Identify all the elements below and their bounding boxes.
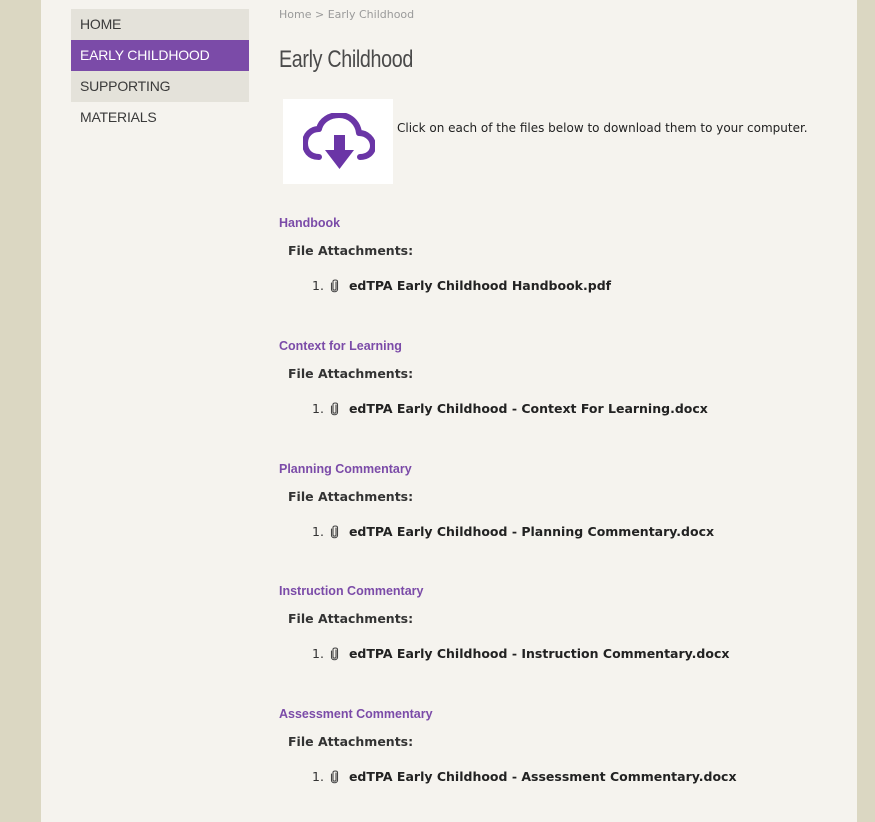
nav-item-supporting-materials[interactable]: SUPPORTING MATERIALS	[71, 71, 249, 125]
section-instruction-commentary: Instruction Commentary File Attachments:…	[279, 580, 849, 661]
file-number: 1.	[312, 769, 324, 784]
page-container: HOME EARLY CHILDHOOD SUPPORTING MATERIAL…	[41, 0, 857, 822]
file-link[interactable]: edTPA Early Childhood Handbook.pdf	[349, 278, 611, 293]
attachments-label: File Attachments:	[288, 243, 414, 258]
nav-item-home[interactable]: HOME	[71, 9, 249, 40]
breadcrumb-home-link[interactable]: Home	[279, 8, 311, 21]
page-title: Early Childhood	[279, 46, 414, 73]
file-link[interactable]: edTPA Early Childhood - Assessment Comme…	[349, 769, 737, 784]
section-planning-commentary: Planning Commentary File Attachments: 1.…	[279, 458, 849, 539]
paperclip-icon	[330, 769, 338, 783]
file-link[interactable]: edTPA Early Childhood - Instruction Comm…	[349, 646, 729, 661]
file-list-item: 1. edTPA Early Childhood - Assessment Co…	[312, 769, 737, 784]
download-image	[283, 99, 393, 184]
paperclip-icon	[330, 524, 338, 538]
sidebar-nav: HOME EARLY CHILDHOOD SUPPORTING MATERIAL…	[71, 9, 249, 125]
file-number: 1.	[312, 278, 324, 293]
paperclip-icon	[330, 401, 338, 415]
paperclip-icon	[330, 646, 338, 660]
attachments-label: File Attachments:	[288, 611, 414, 626]
file-number: 1.	[312, 401, 324, 416]
cloud-download-icon	[303, 113, 375, 169]
breadcrumb-separator: >	[314, 8, 328, 21]
file-link[interactable]: edTPA Early Childhood - Planning Comment…	[349, 524, 714, 539]
section-handbook: Handbook File Attachments: 1. edTPA Earl…	[279, 212, 849, 293]
file-link[interactable]: edTPA Early Childhood - Context For Lear…	[349, 401, 708, 416]
left-margin	[0, 0, 41, 822]
file-number: 1.	[312, 646, 324, 661]
section-title-planning-commentary[interactable]: Planning Commentary	[279, 462, 412, 476]
file-list-item: 1. edTPA Early Childhood - Instruction C…	[312, 646, 729, 661]
breadcrumb: Home > Early Childhood	[279, 8, 414, 21]
file-list-item: 1. edTPA Early Childhood - Planning Comm…	[312, 524, 714, 539]
section-title-context-for-learning[interactable]: Context for Learning	[279, 339, 402, 353]
attachments-label: File Attachments:	[288, 366, 414, 381]
file-number: 1.	[312, 524, 324, 539]
section-title-instruction-commentary[interactable]: Instruction Commentary	[279, 584, 423, 598]
section-title-assessment-commentary[interactable]: Assessment Commentary	[279, 707, 433, 721]
section-assessment-commentary: Assessment Commentary File Attachments: …	[279, 703, 849, 784]
nav-item-early-childhood[interactable]: EARLY CHILDHOOD	[71, 40, 249, 71]
section-title-handbook[interactable]: Handbook	[279, 216, 340, 230]
attachments-label: File Attachments:	[288, 734, 414, 749]
section-context-for-learning: Context for Learning File Attachments: 1…	[279, 335, 849, 416]
intro-text: Click on each of the files below to down…	[397, 121, 808, 135]
breadcrumb-current: Early Childhood	[327, 8, 415, 21]
right-margin	[857, 0, 875, 822]
file-list-item: 1. edTPA Early Childhood - Context For L…	[312, 401, 708, 416]
file-list-item: 1. edTPA Early Childhood Handbook.pdf	[312, 278, 611, 293]
paperclip-icon	[330, 278, 338, 292]
attachments-label: File Attachments:	[288, 489, 414, 504]
